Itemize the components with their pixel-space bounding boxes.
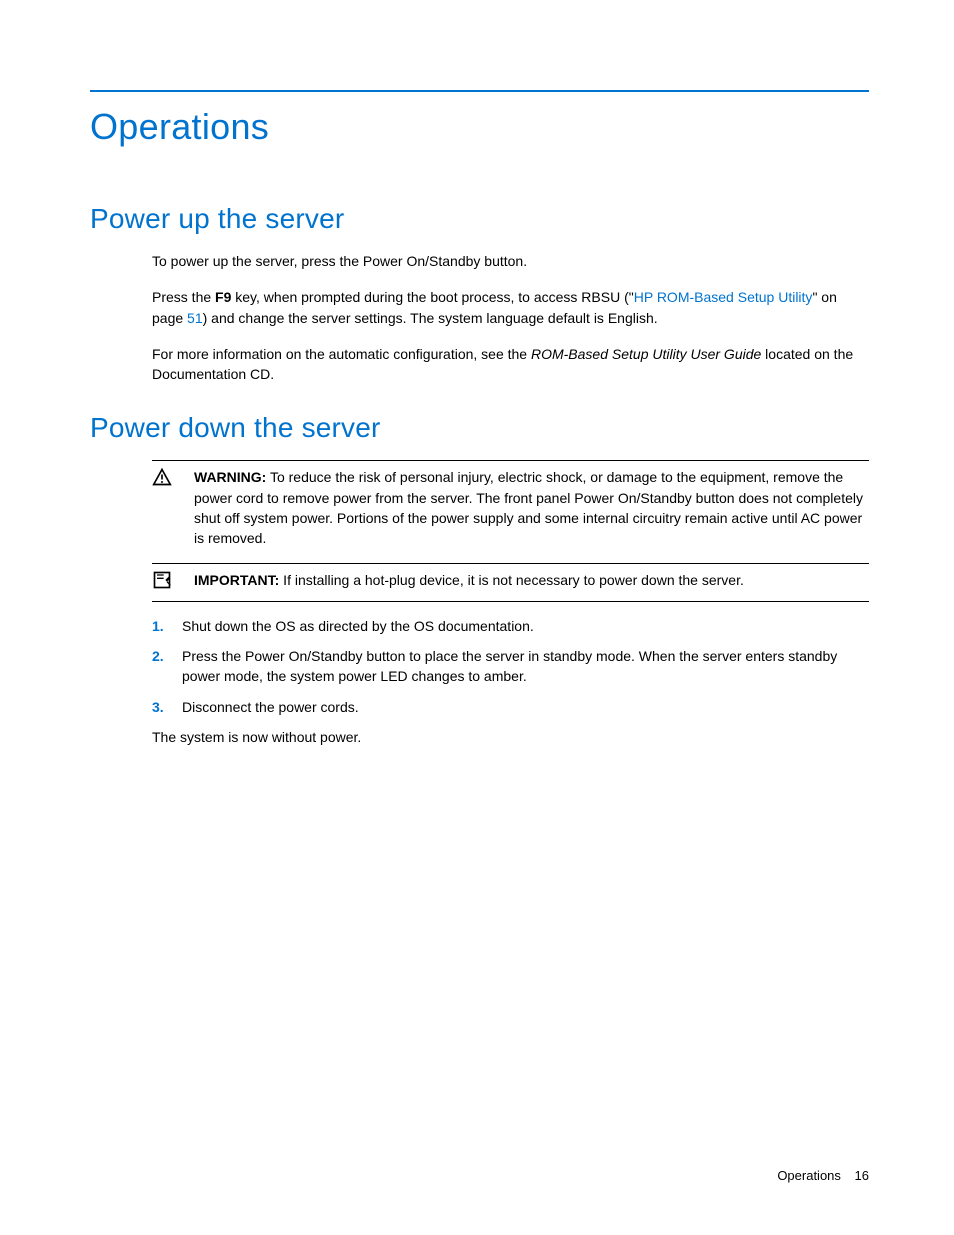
warning-icon: [152, 467, 194, 492]
key-name: F9: [215, 289, 231, 305]
procedure-step: Shut down the OS as directed by the OS d…: [152, 616, 869, 636]
chapter-rule: [90, 90, 869, 92]
cross-reference-link[interactable]: HP ROM-Based Setup Utility: [634, 289, 813, 305]
admonition-container: IMPORTANT: If installing a hot-plug devi…: [152, 563, 869, 602]
section-heading-2: Power down the server: [90, 412, 869, 444]
page-reference-link[interactable]: 51: [187, 310, 203, 326]
paragraph-text: For more information on the automatic co…: [152, 344, 869, 385]
paragraph: To power up the server, press the Power …: [152, 251, 869, 271]
important-text: IMPORTANT: If installing a hot-plug devi…: [194, 570, 869, 590]
paragraph: Press the F9 key, when prompted during t…: [152, 287, 869, 328]
page-footer: Operations 16: [777, 1168, 869, 1183]
procedure-step: Disconnect the power cords.: [152, 697, 869, 717]
procedure-steps: Shut down the OS as directed by the OS d…: [152, 616, 869, 717]
footer-section-name: Operations: [777, 1168, 841, 1183]
chapter-title: Operations: [90, 106, 869, 148]
important-admonition: IMPORTANT: If installing a hot-plug devi…: [152, 563, 869, 602]
paragraph: For more information on the automatic co…: [152, 344, 869, 385]
important-icon: [152, 570, 194, 595]
procedure-step: Press the Power On/Standby button to pla…: [152, 646, 869, 687]
document-title: ROM-Based Setup Utility User Guide: [531, 346, 761, 362]
important-label: IMPORTANT:: [194, 572, 279, 588]
paragraph-text: The system is now without power.: [152, 727, 869, 747]
paragraph: The system is now without power.: [152, 727, 869, 747]
paragraph-text: Press the F9 key, when prompted during t…: [152, 287, 869, 328]
section-heading-1: Power up the server: [90, 203, 869, 235]
admonition-container: WARNING: To reduce the risk of personal …: [152, 460, 869, 554]
warning-label: WARNING:: [194, 469, 266, 485]
warning-text: WARNING: To reduce the risk of personal …: [194, 467, 869, 548]
footer-page-number: 16: [855, 1168, 869, 1183]
warning-admonition: WARNING: To reduce the risk of personal …: [152, 460, 869, 554]
paragraph-text: To power up the server, press the Power …: [152, 251, 869, 271]
